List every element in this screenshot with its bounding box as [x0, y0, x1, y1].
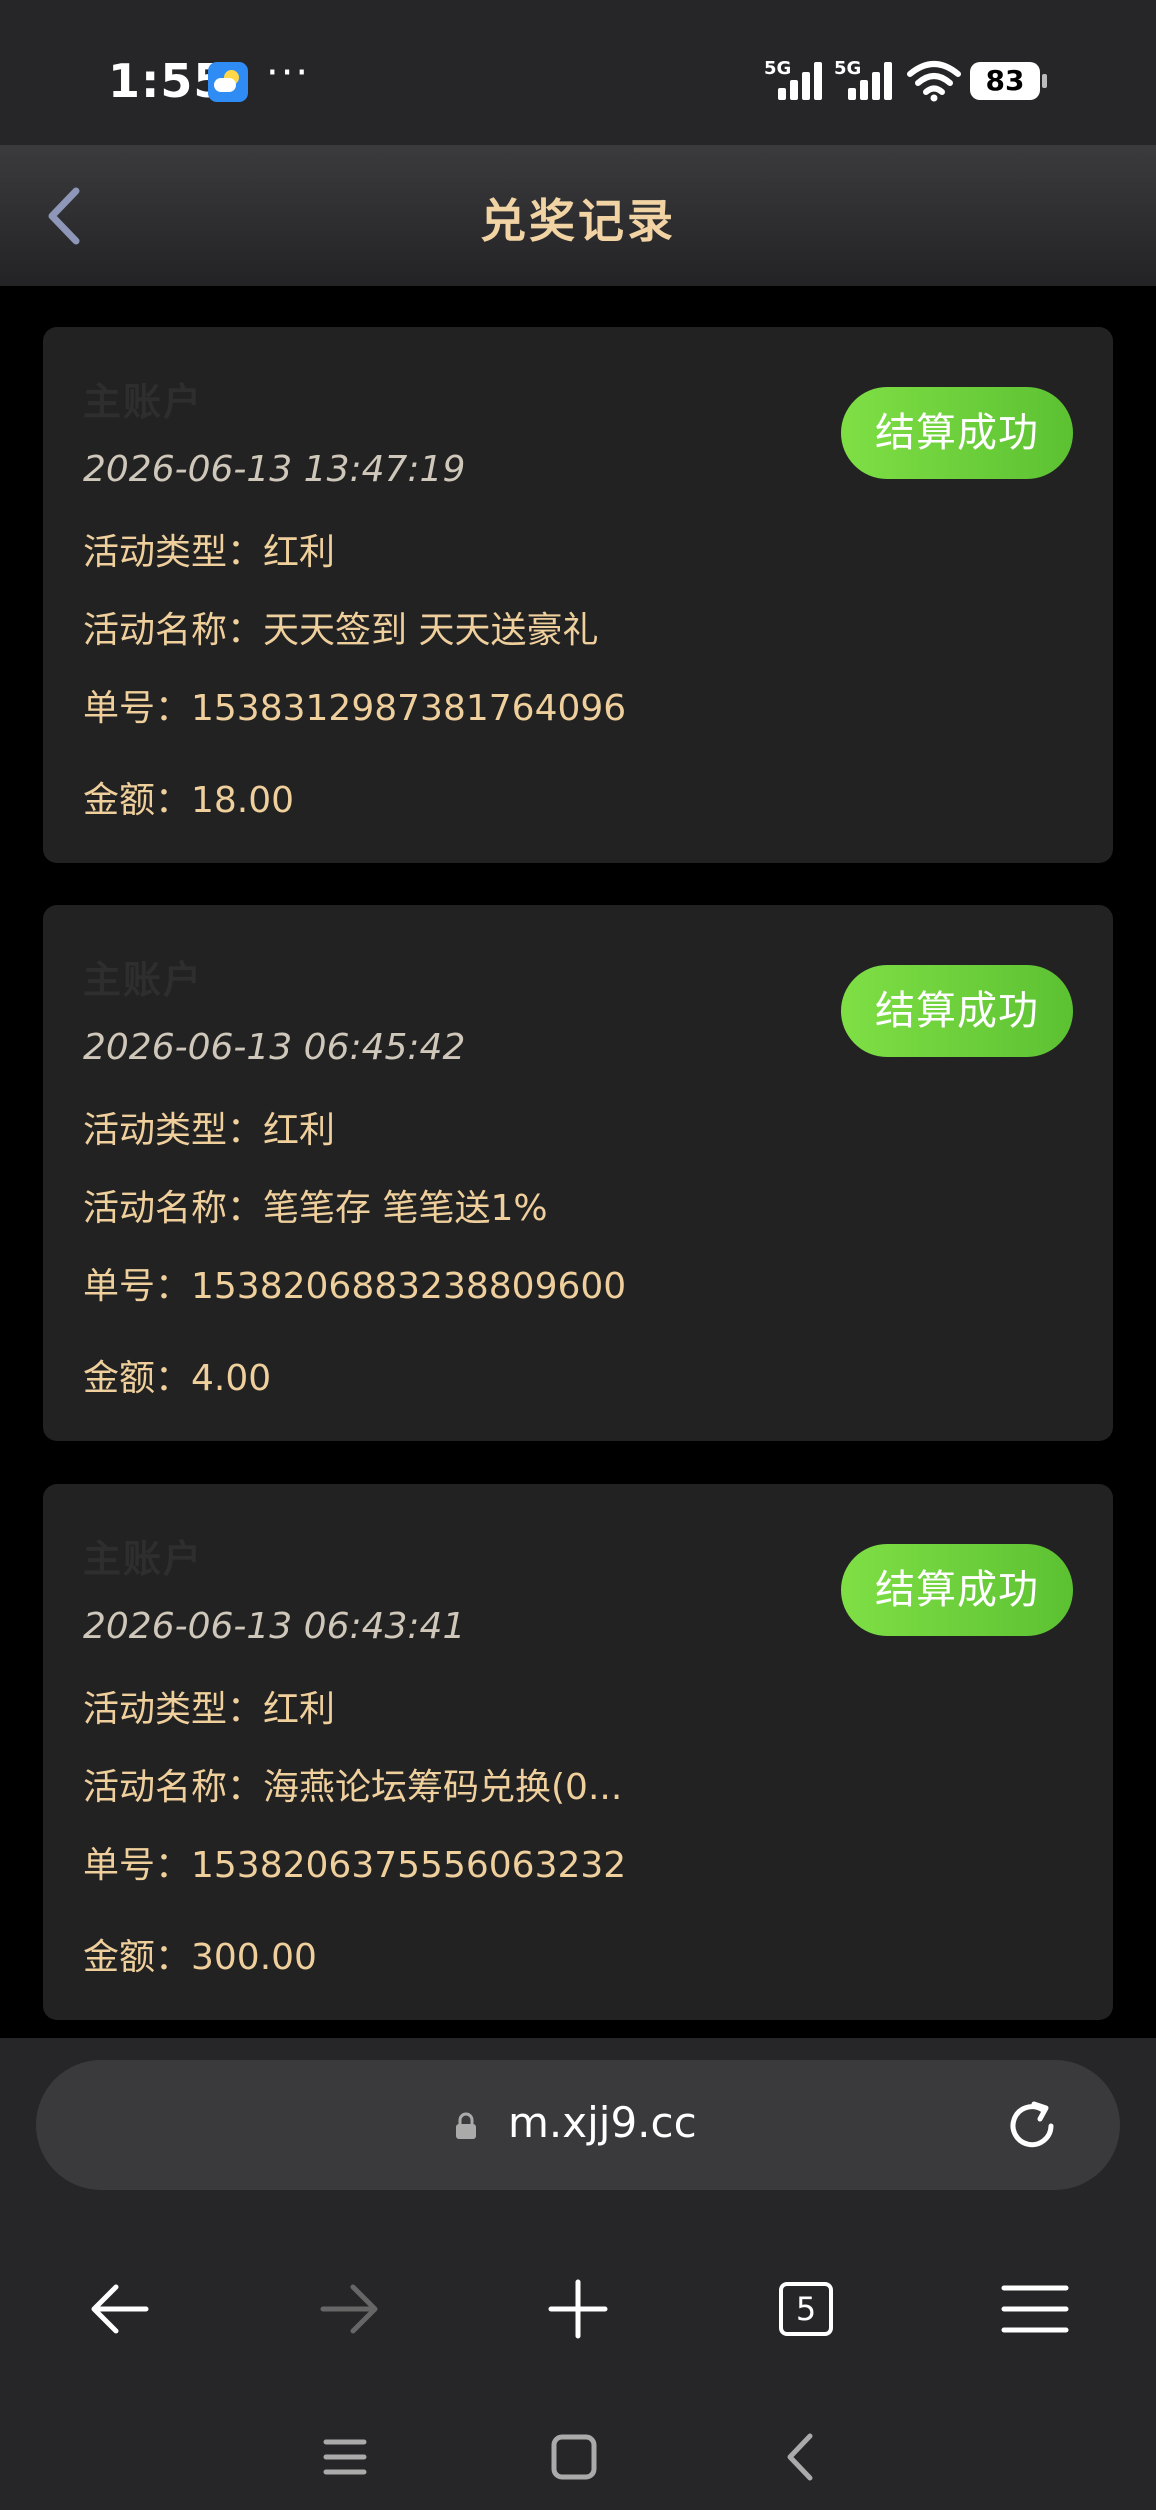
status-badge[interactable]: 结算成功 [841, 387, 1073, 479]
account-label: 主账户 [83, 1537, 204, 1581]
records-list[interactable]: 主账户 2026-06-13 13:47:19 活动类型：红利 活动名称：天天签… [0, 286, 1156, 2038]
activity-type: 活动类型：红利 [83, 1689, 336, 1730]
system-nav-bar [0, 2402, 1156, 2510]
new-tab-icon[interactable] [523, 2254, 633, 2364]
order-number: 单号：1538312987381764096 [83, 688, 627, 729]
system-back-icon[interactable] [746, 2402, 856, 2510]
account-label: 主账户 [83, 958, 204, 1002]
record-datetime: 2026-06-13 06:43:41 [83, 1606, 466, 1647]
activity-name: 活动名称：笔笔存 笔笔送1% [83, 1188, 548, 1229]
url-text[interactable]: m.xjj9.cc [508, 2098, 697, 2147]
signal-icon: 5G [834, 58, 896, 100]
url-bar[interactable]: m.xjj9.cc [36, 2060, 1120, 2190]
weather-icon [208, 62, 248, 102]
reload-icon[interactable] [1002, 2096, 1062, 2156]
browser-nav: 5 [0, 2254, 1156, 2364]
back-arrow-icon[interactable] [66, 2254, 176, 2364]
order-number: 单号：1538206375556063232 [83, 1845, 627, 1886]
order-number: 单号：1538206883238809600 [83, 1266, 627, 1307]
amount: 金额：4.00 [83, 1358, 272, 1399]
status-badge[interactable]: 结算成功 [841, 965, 1073, 1057]
activity-name: 活动名称：海燕论坛筹码兑换(0... [83, 1767, 623, 1808]
amount: 金额：18.00 [83, 780, 295, 821]
record-card: 主账户 2026-06-13 13:47:19 活动类型：红利 活动名称：天天签… [43, 327, 1113, 863]
page-title: 兑奖记录 [480, 194, 676, 248]
tabs-icon[interactable]: 5 [751, 2254, 861, 2364]
app-header: 兑奖记录 [0, 145, 1156, 286]
record-datetime: 2026-06-13 06:45:42 [83, 1027, 466, 1068]
recents-icon[interactable] [290, 2402, 400, 2510]
activity-type: 活动类型：红利 [83, 532, 336, 573]
forward-arrow-icon[interactable] [293, 2254, 403, 2364]
home-icon[interactable] [519, 2402, 629, 2510]
record-card: 主账户 2026-06-13 06:45:42 活动类型：红利 活动名称：笔笔存… [43, 905, 1113, 1441]
lock-icon [456, 2112, 476, 2139]
record-datetime: 2026-06-13 13:47:19 [83, 449, 466, 490]
activity-type: 活动类型：红利 [83, 1110, 336, 1151]
menu-icon[interactable] [980, 2254, 1090, 2364]
browser-toolbar: m.xjj9.cc 5 [0, 2038, 1156, 2510]
wifi-icon [907, 61, 961, 102]
battery-icon: 83 [970, 62, 1047, 100]
more-dots-icon: ··· [266, 50, 311, 96]
record-card: 主账户 2026-06-13 06:43:41 活动类型：红利 活动名称：海燕论… [43, 1484, 1113, 2020]
status-bar: 1:55 ··· 5G 5G 83 [0, 0, 1156, 145]
status-badge[interactable]: 结算成功 [841, 1544, 1073, 1636]
activity-name: 活动名称：天天签到 天天送豪礼 [83, 610, 599, 651]
account-label: 主账户 [83, 380, 204, 424]
signal-icon: 5G [764, 58, 826, 100]
amount: 金额：300.00 [83, 1937, 317, 1978]
tab-count: 5 [779, 2282, 833, 2336]
